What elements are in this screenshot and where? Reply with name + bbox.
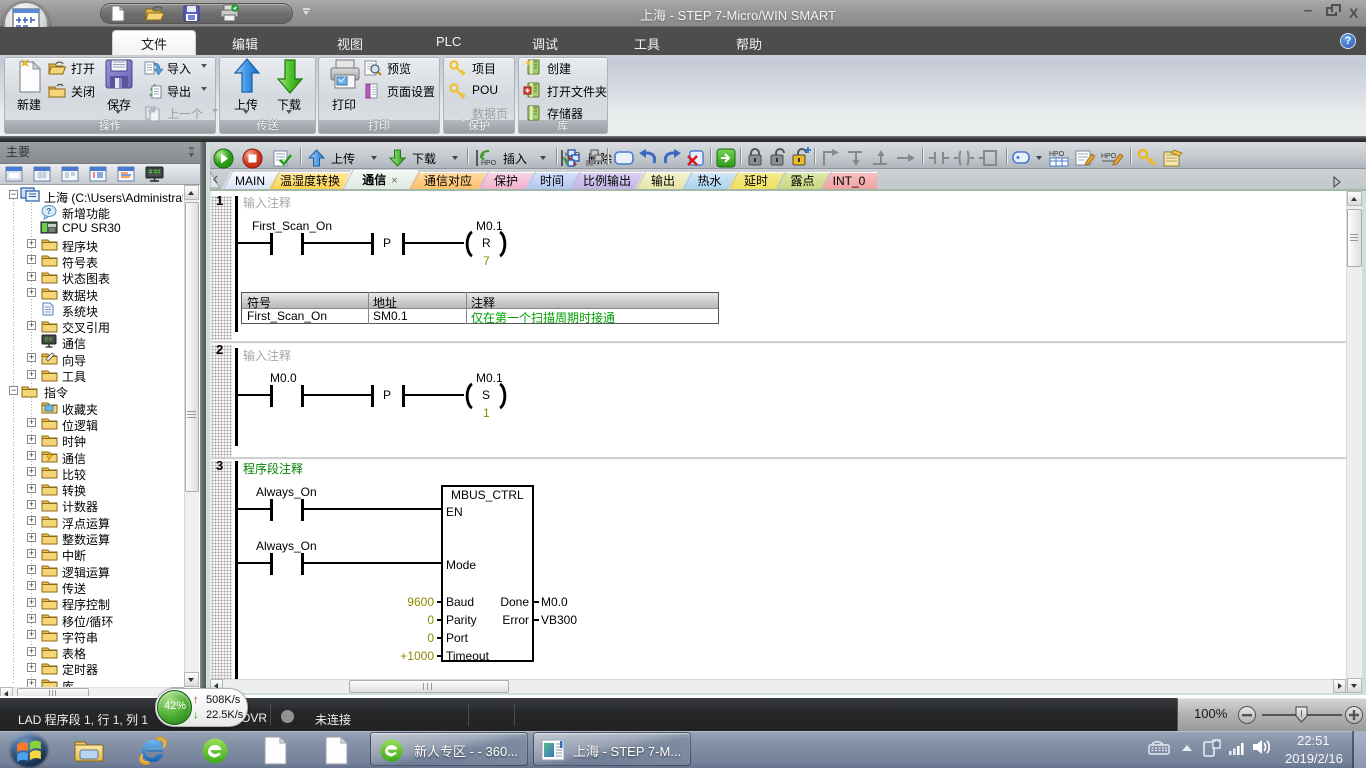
svg-text:HPO: HPO — [1049, 151, 1065, 158]
svg-text:HPO: HPO — [1101, 153, 1117, 160]
svg-text:HPO: HPO — [481, 160, 497, 167]
svg-text:?: ? — [47, 207, 52, 216]
